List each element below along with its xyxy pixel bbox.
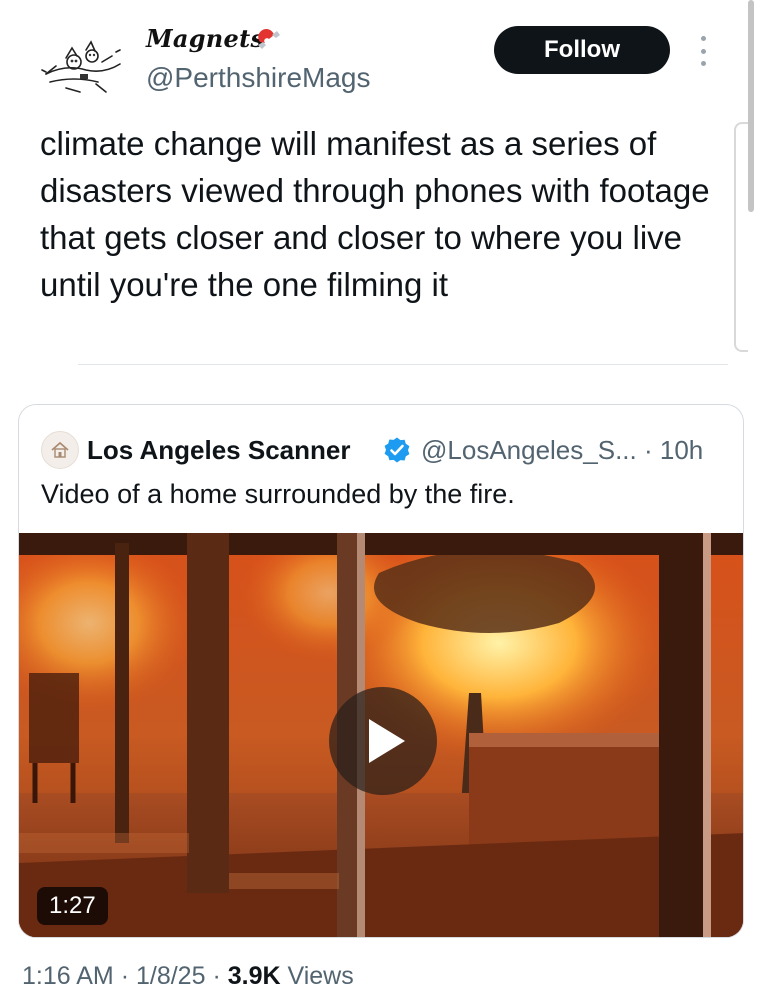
- quote-author-name[interactable]: Los Angeles Scanner: [87, 435, 350, 466]
- follow-button[interactable]: Follow: [494, 26, 670, 74]
- footer-sep: ·: [212, 962, 221, 990]
- more-icon[interactable]: [696, 36, 710, 66]
- video-player[interactable]: 1:27: [19, 533, 743, 937]
- quote-meta: @LosAngeles_S... · 10h: [421, 435, 703, 466]
- side-bracket: [734, 122, 748, 352]
- tweet-text: climate change will manifest as a series…: [40, 125, 710, 303]
- post-time[interactable]: 1:16 AM: [22, 962, 114, 990]
- display-name[interactable]: Magnets: [146, 24, 264, 53]
- magnet-icon: [253, 24, 283, 54]
- quote-text: Video of a home surrounded by the fire.: [41, 479, 515, 509]
- scrollbar[interactable]: [748, 0, 754, 212]
- views-count: 3.9K: [227, 962, 281, 990]
- verified-icon: [383, 436, 411, 464]
- footer-sep: ·: [120, 962, 130, 990]
- play-button[interactable]: [329, 687, 437, 795]
- meta-separator: ·: [643, 435, 653, 465]
- quote-handle[interactable]: @LosAngeles_S...: [421, 435, 637, 465]
- tweet-footer: 1:16 AM · 1/8/25 · 3.9K Views: [22, 962, 354, 991]
- video-duration: 1:27: [37, 887, 108, 925]
- play-icon: [369, 719, 405, 763]
- quoted-tweet[interactable]: Los Angeles Scanner @LosAngeles_S... · 1…: [18, 404, 744, 938]
- divider: [78, 364, 728, 365]
- quote-time[interactable]: 10h: [660, 435, 703, 465]
- author-handle[interactable]: @PerthshireMags: [146, 62, 371, 94]
- avatar[interactable]: [36, 30, 126, 100]
- views-label: Views: [287, 962, 354, 990]
- quote-avatar[interactable]: [41, 431, 79, 469]
- post-date[interactable]: 1/8/25: [136, 962, 206, 990]
